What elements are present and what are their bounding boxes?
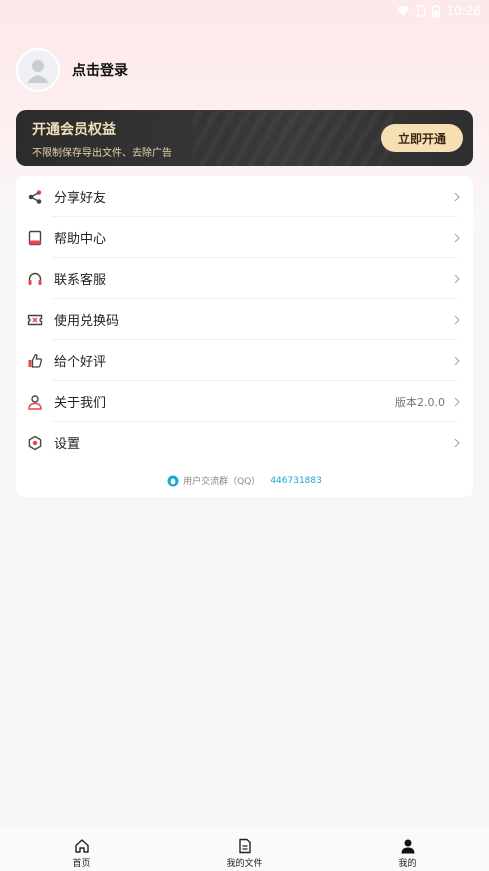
chevron-right-icon (454, 192, 460, 201)
file-icon (238, 838, 251, 854)
tab-my-files[interactable]: 我的文件 (163, 826, 326, 871)
gear-icon (26, 434, 44, 452)
share-icon (26, 188, 44, 206)
chevron-right-icon (454, 274, 460, 283)
menu-item-label: 给个好评 (54, 355, 107, 370)
battery-icon (432, 4, 441, 18)
menu-item-rate[interactable]: 给个好评 (16, 340, 473, 381)
menu-item-label: 联系客服 (54, 273, 107, 288)
menu-item-redeem-code[interactable]: 使用兑换码 (16, 299, 473, 340)
menu-item-label: 使用兑换码 (54, 314, 120, 329)
qq-group-number[interactable]: 446731883 (270, 476, 322, 486)
home-icon (74, 839, 89, 853)
tab-label: 我的文件 (226, 859, 263, 869)
qq-icon (167, 475, 179, 486)
book-icon (26, 229, 44, 247)
chevron-right-icon (454, 438, 460, 447)
qq-group-row[interactable]: 用户交流群（QQ） 446731883 (16, 474, 473, 487)
profile-header[interactable]: 点击登录 (16, 48, 128, 92)
version-text: 版本2.0.0 (395, 395, 445, 409)
vip-banner[interactable]: 开通会员权益 不限制保存导出文件、去除广告 立即开通 (16, 110, 473, 166)
menu-card: 分享好友 帮助中心 联系客服 使用兑换码 给个好评 关于我们 版本2.0.0 设… (16, 176, 473, 497)
menu-item-about[interactable]: 关于我们 版本2.0.0 (16, 381, 473, 422)
sim-icon (417, 5, 427, 17)
menu-item-label: 设置 (54, 437, 81, 452)
menu-item-help[interactable]: 帮助中心 (16, 217, 473, 258)
chevron-right-icon (454, 233, 460, 242)
user-icon (401, 839, 414, 854)
menu-item-label: 分享好友 (54, 191, 107, 206)
headset-icon (26, 270, 44, 288)
menu-item-label: 帮助中心 (54, 232, 107, 247)
open-vip-button[interactable]: 立即开通 (381, 124, 463, 152)
menu-item-support[interactable]: 联系客服 (16, 258, 473, 299)
default-avatar-icon (27, 60, 49, 83)
status-time: 10:26 (446, 4, 481, 18)
tab-home[interactable]: 首页 (0, 826, 163, 871)
wifi-icon (396, 6, 410, 16)
menu-item-label: 关于我们 (54, 396, 107, 411)
qq-group-label: 用户交流群（QQ） (183, 477, 261, 487)
thumbs-up-icon (26, 352, 44, 370)
ticket-icon (26, 311, 44, 329)
tab-label: 首页 (72, 859, 91, 869)
tab-label: 我的 (398, 859, 417, 869)
person-icon (26, 393, 44, 411)
chevron-right-icon (454, 356, 460, 365)
avatar[interactable] (16, 48, 60, 92)
menu-item-share[interactable]: 分享好友 (16, 176, 473, 217)
chevron-right-icon (454, 315, 460, 324)
login-link[interactable]: 点击登录 (72, 60, 128, 80)
menu-item-settings[interactable]: 设置 (16, 422, 473, 463)
bottom-tab-bar: 首页 我的文件 我的 (0, 826, 489, 871)
tab-mine[interactable]: 我的 (326, 826, 489, 871)
chevron-right-icon (454, 397, 460, 406)
status-bar: 10:26 (0, 0, 489, 22)
